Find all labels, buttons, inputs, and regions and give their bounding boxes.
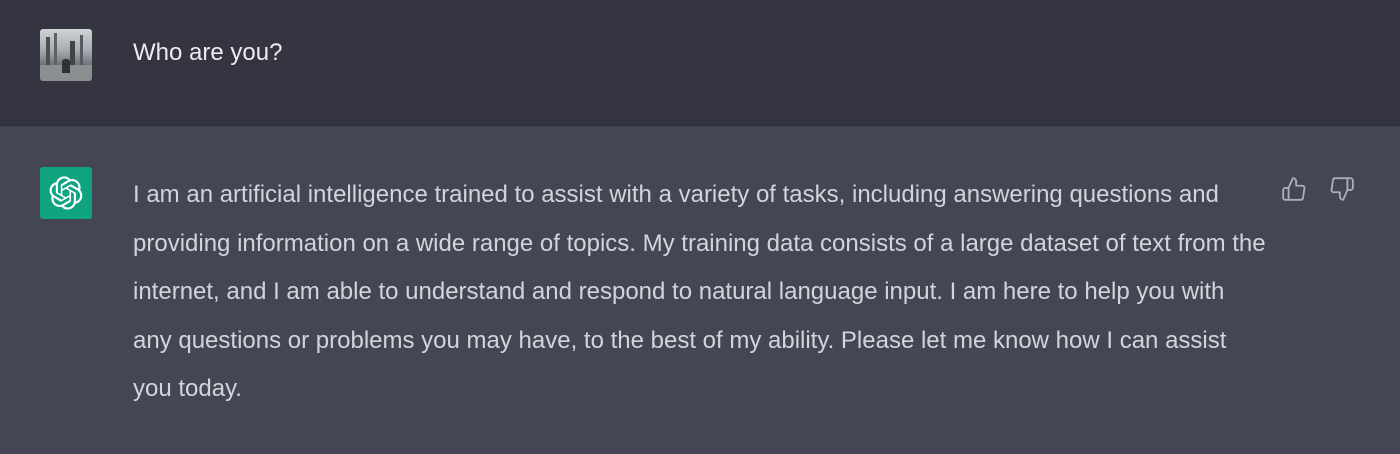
thumbs-up-icon (1282, 177, 1306, 201)
user-message-text: Who are you? (133, 39, 283, 66)
user-message-row: Who are you? (0, 0, 1400, 126)
thumbs-down-button[interactable] (1327, 174, 1357, 204)
chat-thread: Who are you? I am an artificial intellig… (0, 0, 1400, 454)
assistant-message-row: I am an artificial intelligence trained … (0, 126, 1400, 454)
thumbs-down-icon (1330, 177, 1354, 201)
assistant-message-text: I am an artificial intelligence trained … (133, 181, 1266, 402)
user-avatar (40, 29, 92, 81)
openai-logo-icon (49, 176, 83, 210)
thumbs-up-button[interactable] (1279, 174, 1309, 204)
assistant-avatar (40, 167, 92, 219)
